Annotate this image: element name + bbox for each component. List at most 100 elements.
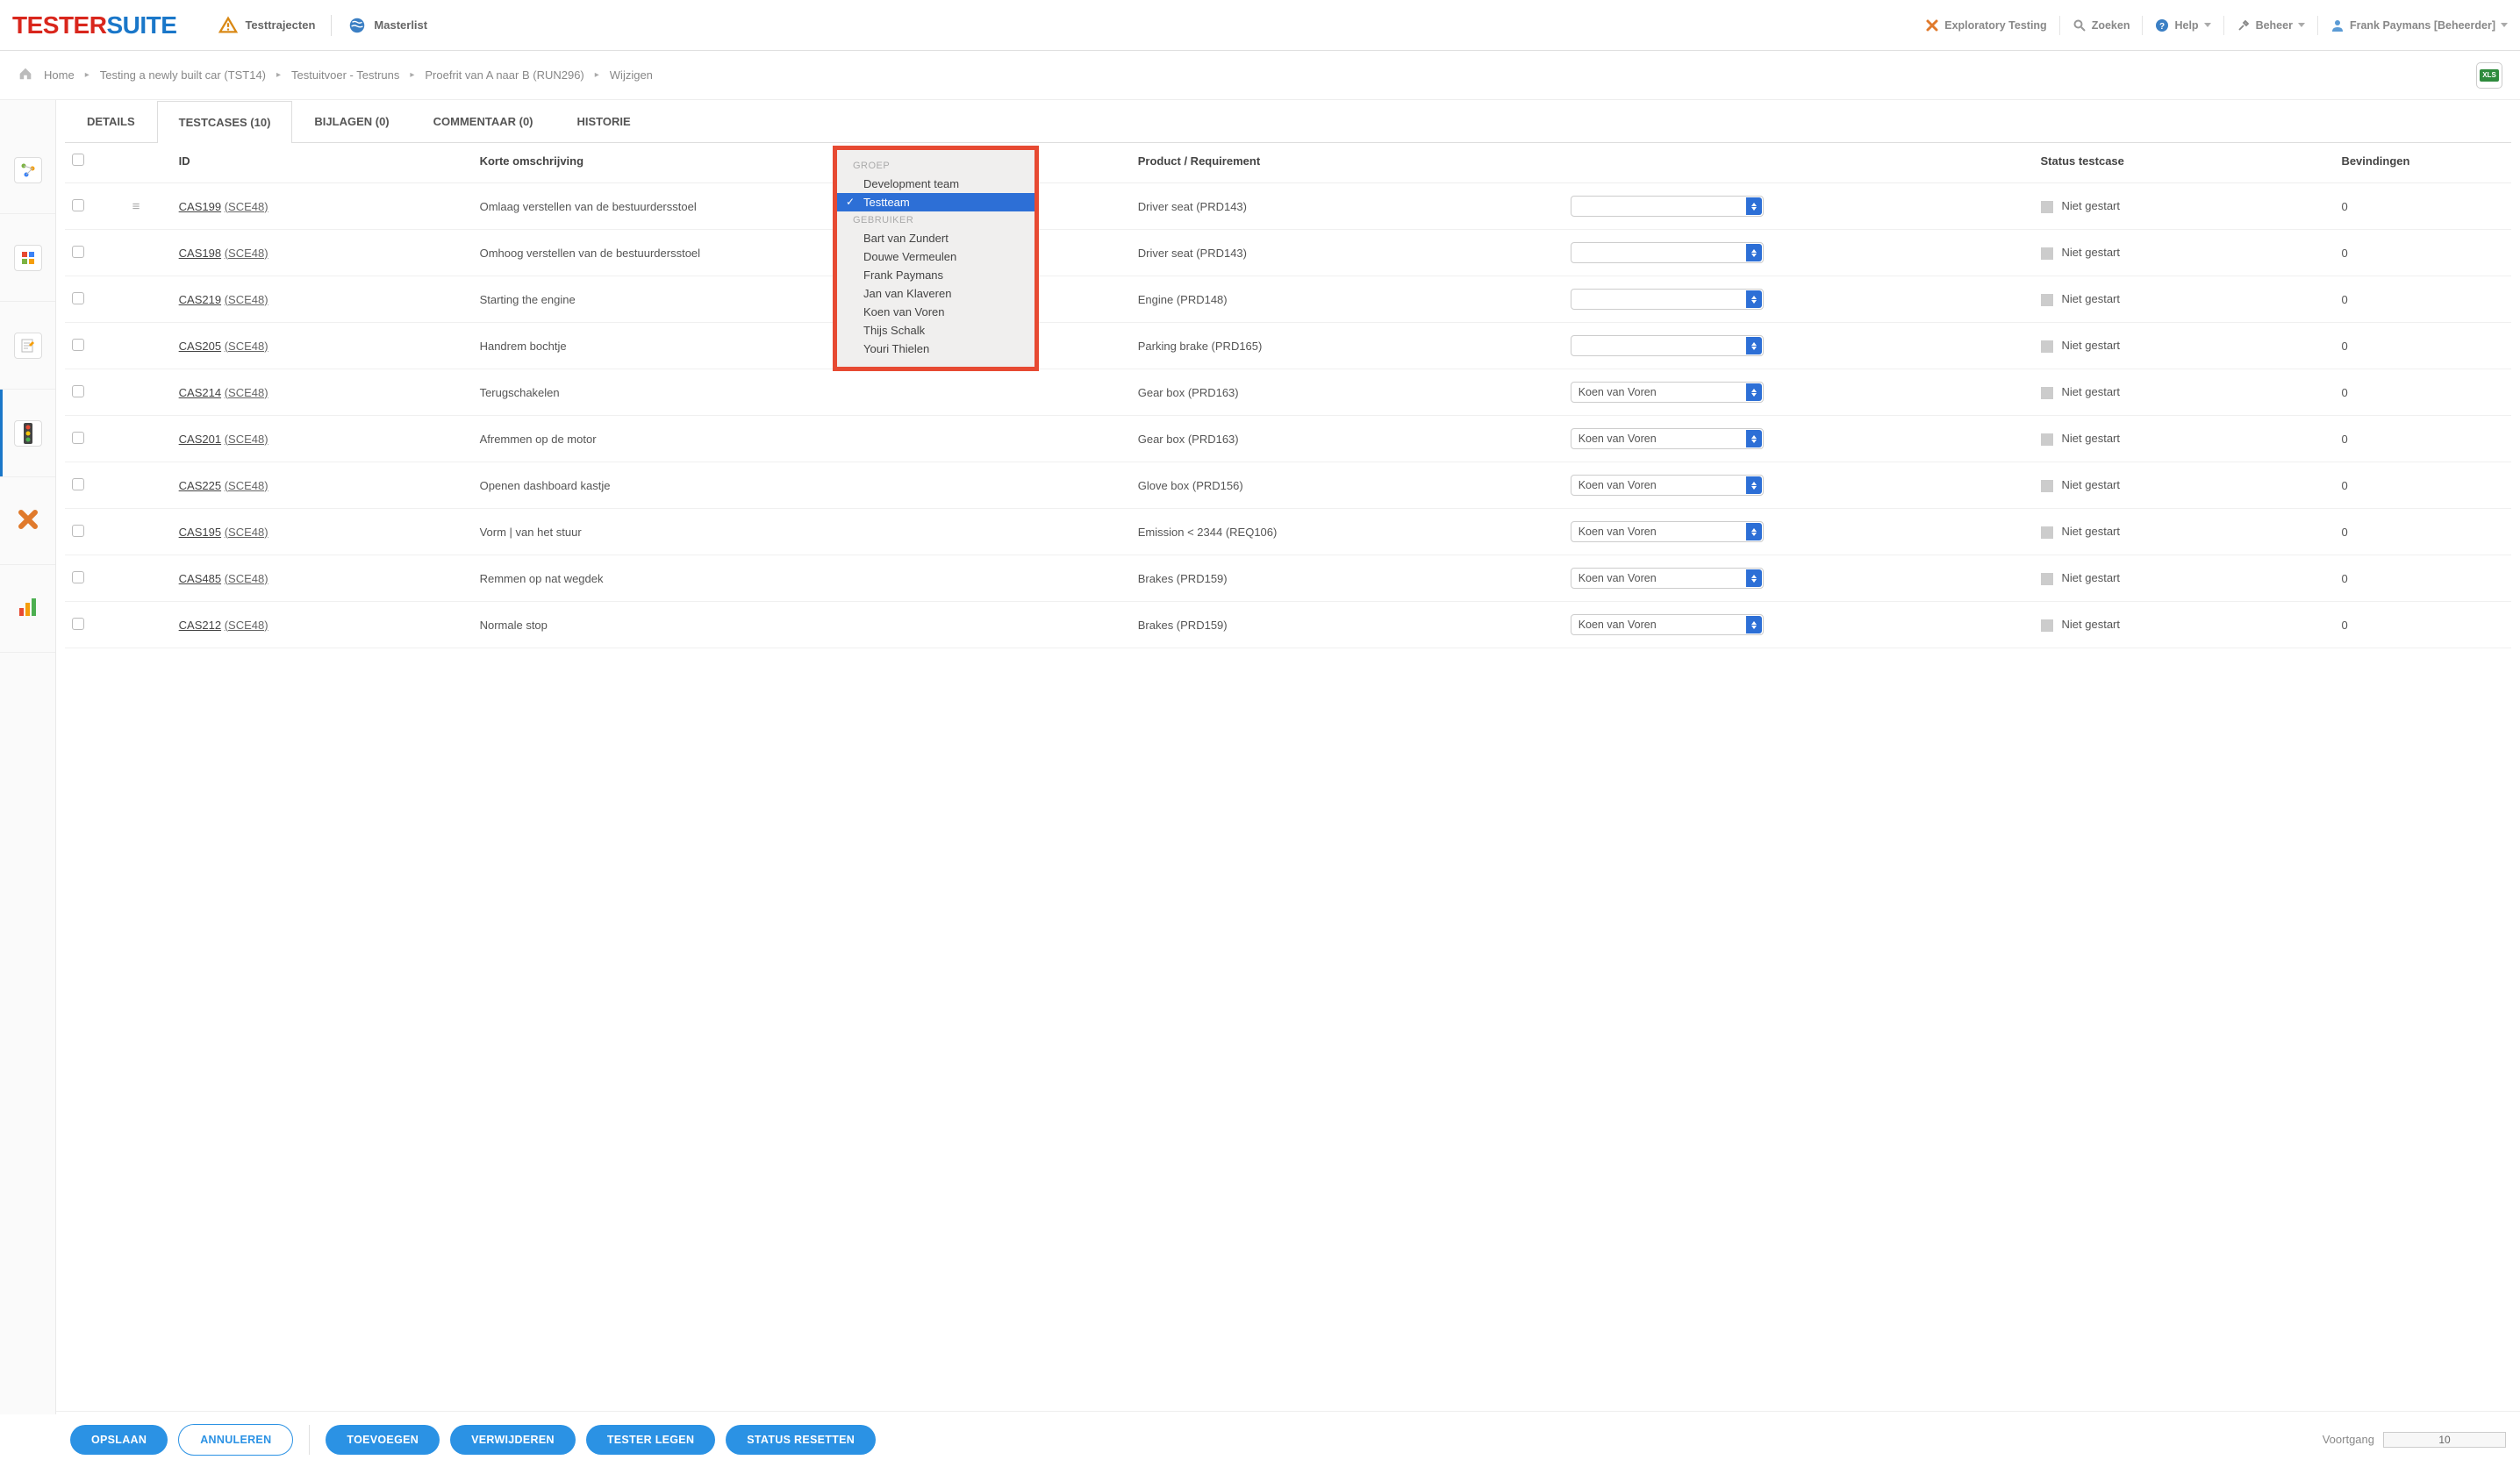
status-text: Niet gestart [2062, 199, 2120, 212]
dd-user-item[interactable]: Bart van Zundert [837, 229, 1034, 247]
row-checkbox[interactable] [72, 478, 84, 490]
scenario-link[interactable]: (SCE48) [225, 526, 268, 539]
tab-bijlagen[interactable]: BIJLAGEN (0) [292, 100, 411, 142]
sidebar-item-traffic[interactable] [0, 390, 55, 477]
dd-user-item[interactable]: Jan van Klaveren [837, 284, 1034, 303]
tester-dropdown[interactable]: GROEP Development teamTestteam GEBRUIKER… [833, 146, 1039, 371]
row-checkbox[interactable] [72, 339, 84, 351]
testcase-id-link[interactable]: CAS214 [179, 386, 221, 399]
row-checkbox[interactable] [72, 525, 84, 537]
tester-select[interactable]: Koen van Voren [1571, 475, 1764, 496]
tester-select[interactable] [1571, 335, 1764, 356]
drag-handle-icon[interactable]: ≡ [132, 199, 140, 214]
dd-user-item[interactable]: Frank Paymans [837, 266, 1034, 284]
tester-legen-button[interactable]: TESTER LEGEN [586, 1425, 715, 1455]
tester-select[interactable] [1571, 242, 1764, 263]
beheer-link[interactable]: Beheer [2237, 18, 2305, 32]
sidebar-item-document[interactable] [0, 302, 55, 390]
sidebar-item-stats[interactable] [0, 565, 55, 653]
scenario-link[interactable]: (SCE48) [225, 433, 268, 446]
verwijderen-button[interactable]: VERWIJDEREN [450, 1425, 576, 1455]
export-xls-button[interactable]: XLS [2476, 62, 2502, 89]
tester-select[interactable] [1571, 196, 1764, 217]
testcase-id-link[interactable]: CAS198 [179, 247, 221, 260]
scenario-link[interactable]: (SCE48) [225, 572, 268, 585]
bc-item-3[interactable]: Proefrit van A naar B (RUN296) [425, 68, 583, 82]
row-checkbox[interactable] [72, 385, 84, 397]
tab-commentaar[interactable]: COMMENTAAR (0) [412, 100, 555, 142]
tab-historie[interactable]: HISTORIE [555, 100, 653, 142]
testcase-id-link[interactable]: CAS212 [179, 619, 221, 632]
row-checkbox[interactable] [72, 571, 84, 583]
col-id: ID [172, 143, 473, 183]
scenario-link[interactable]: (SCE48) [225, 247, 268, 260]
dd-group-item[interactable]: Development team [837, 175, 1034, 193]
testcase-id-link[interactable]: CAS201 [179, 433, 221, 446]
logo[interactable]: TESTERSUITE [12, 11, 176, 39]
status-resetten-button[interactable]: STATUS RESETTEN [726, 1425, 876, 1455]
dd-user-item[interactable]: Douwe Vermeulen [837, 247, 1034, 266]
status-indicator [2041, 201, 2053, 213]
breadcrumb: Home ▸ Testing a newly built car (TST14)… [18, 66, 653, 84]
testcase-id-link[interactable]: CAS225 [179, 479, 221, 492]
sidebar-item-graph[interactable] [0, 126, 55, 214]
help-link[interactable]: ? Help [2155, 18, 2210, 32]
bc-item-2[interactable]: Testuitvoer - Testruns [291, 68, 399, 82]
scenario-link[interactable]: (SCE48) [225, 619, 268, 632]
exploratory-testing-link[interactable]: Exploratory Testing [1925, 18, 2046, 32]
scenario-link[interactable]: (SCE48) [225, 479, 268, 492]
row-checkbox[interactable] [72, 199, 84, 211]
row-findings: 0 [2334, 416, 2511, 462]
toevoegen-button[interactable]: TOEVOEGEN [326, 1425, 440, 1455]
dd-group-item[interactable]: Testteam [837, 193, 1034, 211]
sidebar-item-palette[interactable] [0, 214, 55, 302]
row-checkbox[interactable] [72, 292, 84, 304]
tab-details[interactable]: DETAILS [65, 100, 157, 142]
row-checkbox[interactable] [72, 246, 84, 258]
tester-select[interactable]: Koen van Voren [1571, 428, 1764, 449]
testcase-id-link[interactable]: CAS199 [179, 200, 221, 213]
sidebar-item-delete[interactable] [0, 477, 55, 565]
scenario-link[interactable]: (SCE48) [225, 340, 268, 353]
scenario-link[interactable]: (SCE48) [225, 293, 268, 306]
tester-select[interactable]: Koen van Voren [1571, 568, 1764, 589]
dd-user-item[interactable]: Youri Thielen [837, 340, 1034, 358]
testcase-id-link[interactable]: CAS219 [179, 293, 221, 306]
tab-testcases[interactable]: TESTCASES (10) [157, 101, 293, 143]
opslaan-button[interactable]: OPSLAAN [70, 1425, 168, 1455]
help-icon: ? [2155, 18, 2169, 32]
dd-user-item[interactable]: Thijs Schalk [837, 321, 1034, 340]
zoeken-link[interactable]: Zoeken [2073, 18, 2130, 32]
table-row: CAS205 (SCE48)Handrem bochtjeParking bra… [65, 323, 2511, 369]
annuleren-button[interactable]: ANNULEREN [178, 1424, 293, 1456]
scenario-link[interactable]: (SCE48) [225, 200, 268, 213]
nav-separator [331, 15, 332, 36]
user-menu[interactable]: Frank Paymans [Beheerder] [2330, 18, 2508, 32]
progress-bar: 10 [2383, 1432, 2506, 1448]
testcase-id-link[interactable]: CAS485 [179, 572, 221, 585]
tester-select[interactable] [1571, 289, 1764, 310]
tester-select[interactable]: Koen van Voren [1571, 382, 1764, 403]
tester-select[interactable]: Koen van Voren [1571, 521, 1764, 542]
col-status: Status testcase [2034, 143, 2335, 183]
right-sep [2317, 16, 2318, 35]
bc-item-4[interactable]: Wijzigen [610, 68, 653, 82]
right-sep [2223, 16, 2224, 35]
graph-icon [14, 157, 42, 183]
row-checkbox[interactable] [72, 432, 84, 444]
tester-select[interactable]: Koen van Voren [1571, 614, 1764, 635]
testcase-id-link[interactable]: CAS195 [179, 526, 221, 539]
svg-text:?: ? [2159, 22, 2165, 32]
nav-testtrajecten[interactable]: Testtrajecten [211, 12, 322, 39]
testcase-id-link[interactable]: CAS205 [179, 340, 221, 353]
content: DETAILS TESTCASES (10) BIJLAGEN (0) COMM… [56, 100, 2520, 1414]
bc-item-1[interactable]: Testing a newly built car (TST14) [100, 68, 266, 82]
dd-user-item[interactable]: Koen van Voren [837, 303, 1034, 321]
nav-masterlist[interactable]: Masterlist [340, 12, 434, 39]
row-checkbox[interactable] [72, 618, 84, 630]
select-all-checkbox[interactable] [72, 154, 84, 166]
bc-home[interactable]: Home [44, 68, 75, 82]
row-desc: Remmen op nat wegdek [473, 555, 1131, 602]
scenario-link[interactable]: (SCE48) [225, 386, 268, 399]
home-icon[interactable] [18, 66, 33, 84]
